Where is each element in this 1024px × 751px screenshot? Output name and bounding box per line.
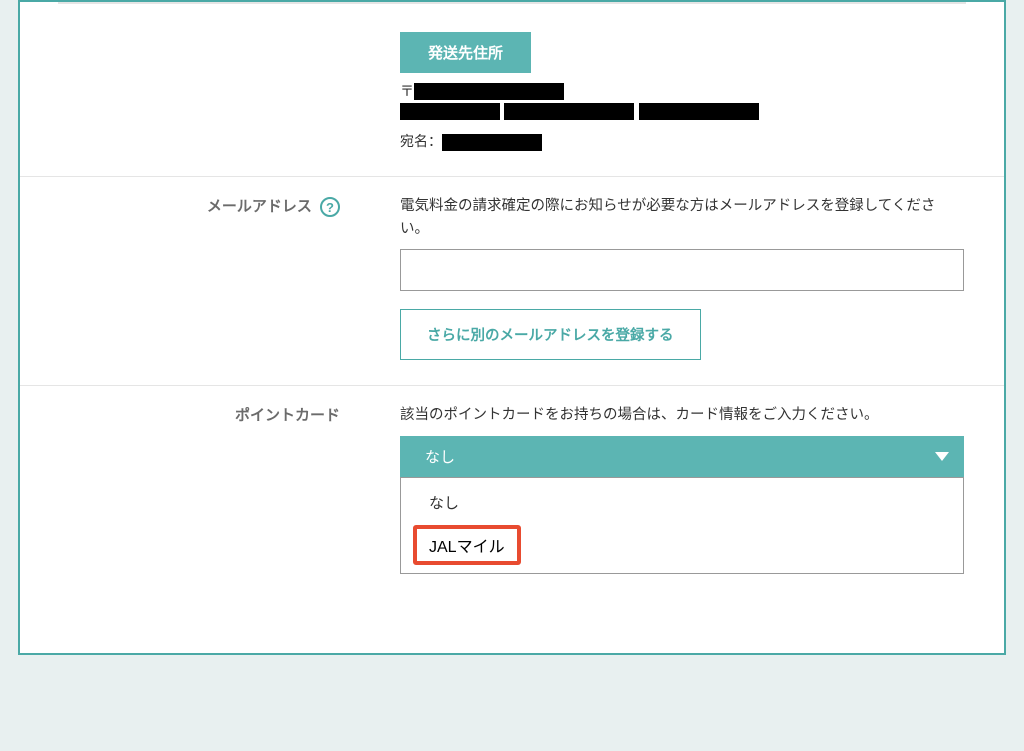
redacted-postal bbox=[414, 83, 564, 100]
pointcard-label: ポイントカード bbox=[20, 386, 370, 501]
shipping-section: 発送先住所 〒 宛名： bbox=[20, 14, 1004, 177]
pointcard-select[interactable]: なし bbox=[400, 436, 964, 477]
redacted-address-3 bbox=[639, 103, 759, 120]
email-input[interactable] bbox=[400, 249, 964, 291]
shipping-badge: 発送先住所 bbox=[400, 32, 531, 73]
email-section: メールアドレス ? 電気料金の請求確定の際にお知らせが必要な方はメールアドレスを… bbox=[20, 177, 1004, 386]
divider bbox=[58, 2, 966, 4]
pointcard-content: 該当のポイントカードをお持ちの場合は、カード情報をご入力ください。 なし なし … bbox=[370, 386, 1004, 501]
chevron-down-icon bbox=[935, 452, 949, 461]
email-label: メールアドレス ? bbox=[20, 177, 370, 385]
redacted-address-2 bbox=[504, 103, 634, 120]
form-container: 発送先住所 〒 宛名： メールアドレス ? 電気料金の請求確定の際 bbox=[18, 0, 1006, 655]
shipping-content: 発送先住所 〒 宛名： bbox=[370, 14, 1004, 176]
postal-prefix: 〒 bbox=[400, 81, 414, 101]
pointcard-select-wrap: なし なし JALマイル bbox=[400, 436, 964, 477]
redacted-address-1 bbox=[400, 103, 500, 120]
highlight-annotation bbox=[413, 525, 521, 565]
email-label-text: メールアドレス bbox=[207, 198, 312, 215]
help-icon[interactable]: ? bbox=[320, 197, 340, 217]
pointcard-helper-text: 該当のポイントカードをお持ちの場合は、カード情報をご入力ください。 bbox=[400, 404, 964, 427]
email-helper-text: 電気料金の請求確定の際にお知らせが必要な方はメールアドレスを登録してください。 bbox=[400, 195, 964, 241]
addressee-line: 宛名： bbox=[400, 131, 964, 151]
add-email-button[interactable]: さらに別のメールアドレスを登録する bbox=[400, 309, 701, 360]
addressee-label: 宛名： bbox=[400, 131, 442, 151]
pointcard-selected-value: なし bbox=[425, 446, 455, 467]
pointcard-section: ポイントカード 該当のポイントカードをお持ちの場合は、カード情報をご入力ください… bbox=[20, 386, 1004, 501]
postal-code-line: 〒 bbox=[400, 81, 964, 101]
shipping-label-col bbox=[20, 14, 370, 176]
pointcard-dropdown: なし JALマイル bbox=[400, 477, 964, 574]
shipping-address-block: 〒 宛名： bbox=[400, 81, 964, 151]
pointcard-option-none[interactable]: なし bbox=[401, 478, 963, 527]
email-content: 電気料金の請求確定の際にお知らせが必要な方はメールアドレスを登録してください。 … bbox=[370, 177, 1004, 385]
redacted-name bbox=[442, 134, 542, 151]
pointcard-option-jal[interactable]: JALマイル bbox=[415, 527, 519, 563]
